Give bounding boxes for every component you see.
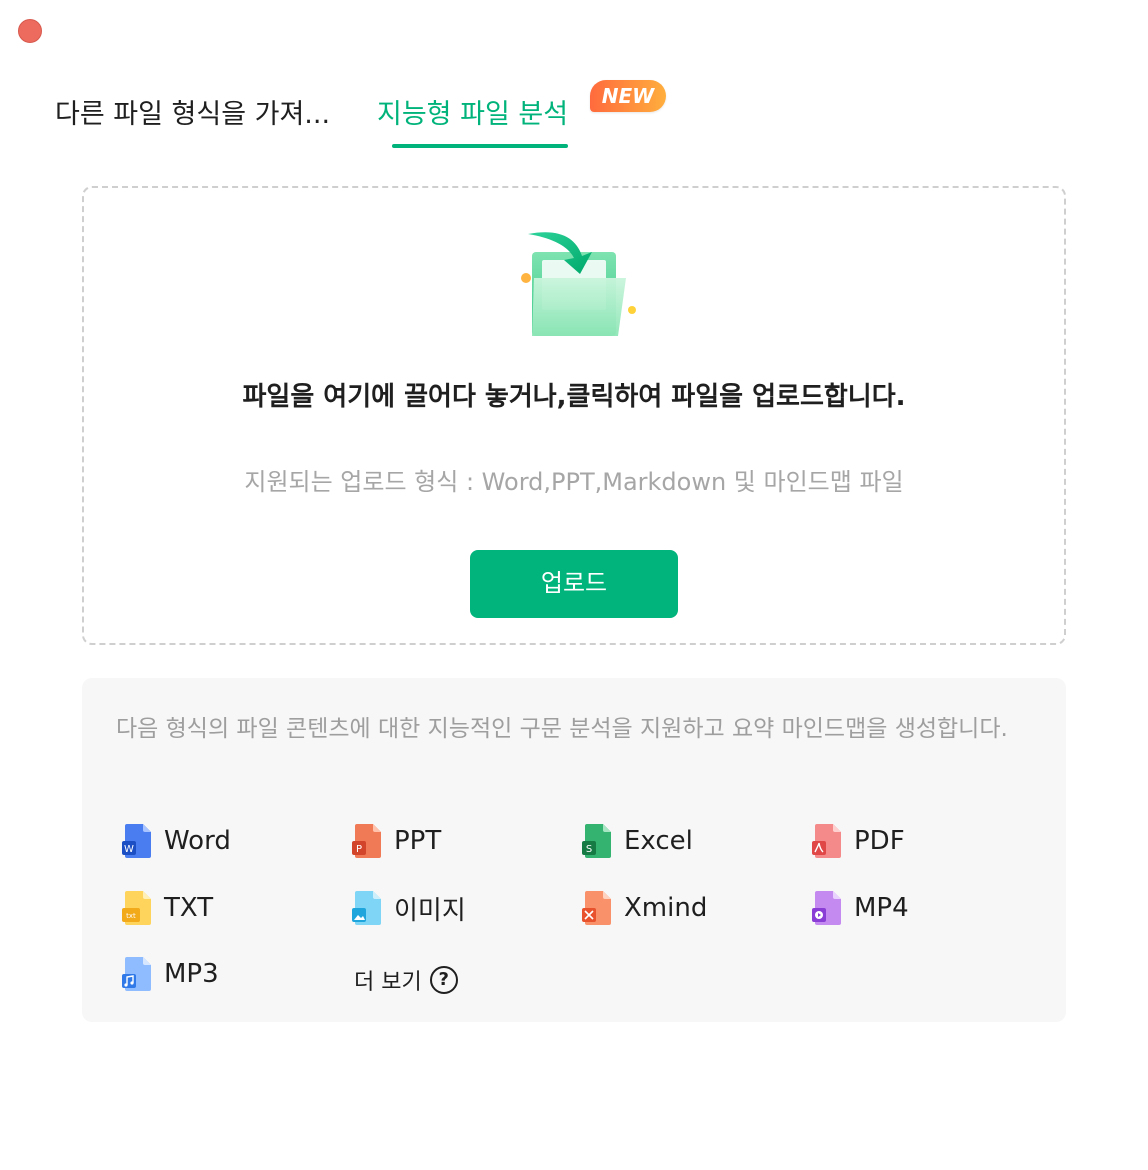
format-item-word: W Word (122, 821, 231, 861)
svg-text:P: P (356, 844, 362, 855)
format-label: TXT (164, 893, 214, 923)
active-tab-indicator (392, 144, 568, 148)
format-label: Word (164, 826, 231, 856)
svg-text:txt: txt (126, 912, 136, 920)
format-item-pdf: PDF (812, 821, 905, 861)
format-item-txt: txt TXT (122, 888, 213, 928)
excel-file-icon: S (582, 824, 611, 858)
mp4-file-icon (812, 891, 841, 925)
format-label: PDF (854, 826, 905, 856)
tab-bar: 다른 파일 형식을 가져... 지능형 파일 분석 NEW (55, 80, 755, 148)
help-icon[interactable]: ? (429, 966, 458, 994)
format-label: MP3 (164, 959, 219, 989)
ppt-file-icon: P (352, 824, 381, 858)
format-item-ppt: P PPT (352, 821, 441, 861)
close-window-button[interactable] (18, 19, 42, 43)
tab-import-other-formats[interactable]: 다른 파일 형식을 가져... (55, 96, 330, 134)
format-item-xmind: Xmind (582, 888, 707, 928)
format-item-mp3: MP3 (122, 954, 219, 994)
format-item-image: 이미지 (352, 888, 466, 928)
new-badge: NEW (590, 80, 666, 112)
upload-button[interactable]: 업로드 (470, 550, 678, 618)
word-file-icon: W (122, 824, 151, 858)
dropzone-title: 파일을 여기에 끌어다 놓거나,클릭하여 파일을 업로드합니다. (242, 382, 906, 412)
txt-file-icon: txt (122, 891, 151, 925)
pdf-file-icon (812, 824, 841, 858)
tab-smart-file-analysis[interactable]: 지능형 파일 분석 (377, 96, 568, 134)
format-label: 이미지 (394, 895, 466, 926)
xmind-file-icon (582, 891, 611, 925)
image-file-icon (352, 891, 381, 925)
format-item-mp4: MP4 (812, 888, 909, 928)
supported-formats-panel: 다음 형식의 파일 콘텐츠에 대한 지능적인 구문 분석을 지원하고 요약 마인… (82, 678, 1066, 1022)
svg-text:W: W (124, 844, 134, 855)
svg-text:S: S (586, 844, 592, 855)
file-dropzone[interactable]: 파일을 여기에 끌어다 놓거나,클릭하여 파일을 업로드합니다. 지원되는 업로… (82, 186, 1066, 645)
format-item-excel: S Excel (582, 821, 693, 861)
formats-description: 다음 형식의 파일 콘텐츠에 대한 지능적인 구문 분석을 지원하고 요약 마인… (116, 716, 1008, 742)
format-label: Xmind (624, 893, 708, 923)
format-label: PPT (394, 826, 442, 856)
see-more-link[interactable]: 더 보기 ? (354, 962, 458, 998)
see-more-label: 더 보기 (354, 970, 422, 995)
supported-formats-text: 지원되는 업로드 형식 : Word,PPT,Markdown 및 마인드맵 파… (244, 468, 904, 496)
format-label: Excel (624, 826, 693, 856)
format-label: MP4 (854, 893, 909, 923)
mp3-file-icon (122, 957, 151, 991)
folder-upload-icon (521, 232, 636, 336)
